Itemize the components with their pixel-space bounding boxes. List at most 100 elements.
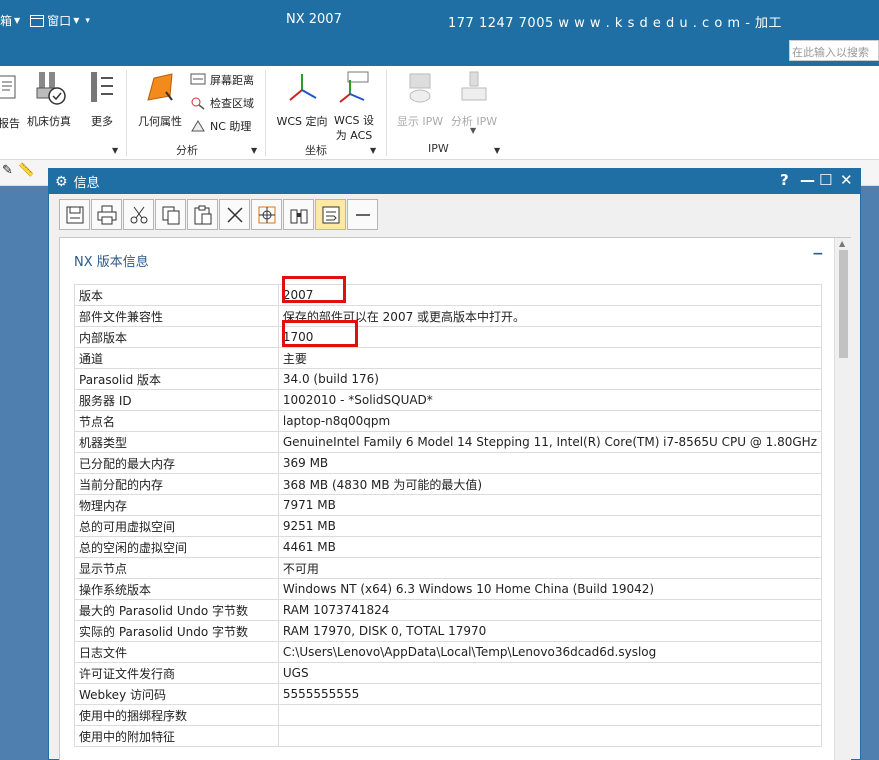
copy-button[interactable]	[155, 199, 186, 230]
info-value: 1002010 - *SolidSQUAD*	[277, 389, 823, 411]
analyze-ipw-button[interactable]: 分析 IPW	[448, 70, 500, 129]
more-label: 更多	[91, 115, 113, 128]
more-button[interactable]: 更多	[86, 70, 118, 129]
chevron-down-icon[interactable]: ▼	[470, 126, 476, 135]
wcs-set-acs-icon	[339, 71, 369, 103]
minimize-button[interactable]: —	[800, 171, 815, 189]
table-row: 操作系统版本 Windows NT (x64) 6.3 Windows 10 Ho…	[74, 578, 823, 600]
find-button[interactable]	[283, 199, 314, 230]
info-key: 操作系统版本	[74, 578, 279, 600]
table-row: 总的可用虚拟空间 9251 MB	[74, 515, 823, 537]
machine-sim-icon	[36, 72, 66, 105]
info-key: Webkey 访问码	[74, 683, 279, 705]
info-content-panel: NX 版本信息 − 版本 2007 部件文件兼容性 保存的部件可以在 2007 或更高…	[59, 237, 851, 760]
save-button[interactable]	[59, 199, 90, 230]
report-icon	[0, 75, 16, 99]
info-key: 实际的 Parasolid Undo 字节数	[74, 620, 279, 642]
report-button[interactable]: 报告	[0, 72, 20, 131]
clear-button[interactable]	[219, 199, 250, 230]
menu-window[interactable]: 窗口	[47, 12, 71, 29]
gear-icon: ⚙	[55, 173, 68, 190]
section-title: NX 版本信息	[74, 255, 149, 270]
group-ipw-label: IPW	[428, 142, 449, 155]
paste-button[interactable]	[187, 199, 218, 230]
analyze-ipw-icon	[461, 71, 487, 101]
info-key: 使用中的捆绑程序数	[74, 704, 279, 726]
table-row: Webkey 访问码 5555555555	[74, 683, 823, 705]
nc-assistant-label: NC 助理	[210, 120, 252, 133]
cut-button[interactable]	[123, 199, 154, 230]
check-area-button[interactable]: 检查区域	[190, 95, 254, 111]
report-label: 报告	[0, 117, 20, 130]
info-key: 服务器 ID	[74, 389, 279, 411]
info-key: 许可证文件发行商	[74, 662, 279, 684]
table-row: 部件文件兼容性 保存的部件可以在 2007 或更高版本中打开。	[74, 305, 823, 327]
scroll-up-icon[interactable]: ▲	[839, 239, 845, 248]
app-title: NX 2007	[286, 12, 342, 27]
collapse-all-button[interactable]	[347, 199, 378, 230]
ruler-icon[interactable]: 📏	[18, 163, 34, 178]
info-table: 版本 2007 部件文件兼容性 保存的部件可以在 2007 或更高版本中打开。 内部版本…	[74, 284, 823, 747]
chevron-down-icon[interactable]: ▼	[370, 146, 376, 155]
machine-sim-button[interactable]: 机床仿真	[24, 70, 74, 129]
wcs-orient-label: WCS 定向	[276, 115, 328, 128]
info-value: 5555555555	[277, 683, 823, 705]
minus-icon	[355, 213, 370, 216]
wcs-set-acs-button[interactable]: WCS 设为 ACS	[330, 70, 378, 143]
maximize-button[interactable]: ☐	[819, 171, 832, 189]
info-value: 1700	[277, 326, 823, 348]
screen-distance-icon	[190, 73, 206, 85]
menu-bar: 箱 ▼ 窗口 ▼ ▾	[0, 12, 90, 29]
screen-distance-button[interactable]: 屏幕距离	[190, 72, 254, 88]
geometry-properties-icon	[147, 73, 173, 101]
chevron-down-icon[interactable]: ▼	[112, 146, 118, 155]
print-icon	[97, 205, 116, 224]
wcs-orient-button[interactable]: WCS 定向	[274, 70, 330, 129]
chevron-down-icon[interactable]: ▼	[494, 146, 500, 155]
customize-icon[interactable]: ▾	[85, 16, 90, 26]
table-row: 节点名 laptop-n8q00qpm	[74, 410, 823, 432]
print-button[interactable]	[91, 199, 122, 230]
pencil-icon[interactable]: ✎	[2, 163, 13, 178]
scrollbar-thumb[interactable]	[839, 250, 848, 358]
collapse-section-button[interactable]: −	[812, 246, 824, 262]
info-value: 34.0 (build 176)	[277, 368, 823, 390]
nc-assistant-button[interactable]: NC 助理	[190, 118, 251, 134]
check-area-label: 检查区域	[210, 97, 254, 110]
crosshair-icon	[258, 206, 275, 223]
info-value: 不可用	[277, 557, 823, 579]
table-row: 总的空闲的虚拟空间 4461 MB	[74, 536, 823, 558]
show-ipw-button[interactable]: 显示 IPW	[394, 70, 446, 129]
wcs-orient-icon	[289, 74, 317, 101]
dialog-titlebar[interactable]: ⚙ 信息 ? — ☐ ✕	[49, 169, 860, 194]
binoculars-icon	[290, 209, 307, 223]
geometry-properties-button[interactable]: 几何属性	[134, 70, 186, 129]
table-row: Parasolid 版本 34.0 (build 176)	[74, 368, 823, 390]
screen-distance-label: 屏幕距离	[210, 74, 254, 87]
wcs-set-acs-label: WCS 设为 ACS	[333, 114, 375, 142]
vertical-scrollbar[interactable]: ▲	[834, 238, 851, 760]
wrap-text-button[interactable]	[315, 199, 346, 230]
menu-tools[interactable]: 箱	[0, 12, 12, 29]
ribbon: 报告 机床仿真 更多 ▼ 几何属性 屏幕距离 检查区域 NC 助理 分析 ▼ W…	[0, 66, 879, 160]
group-analysis-label: 分析	[176, 144, 198, 157]
target-button[interactable]	[251, 199, 282, 230]
info-key: Parasolid 版本	[74, 368, 279, 390]
info-value: laptop-n8q00qpm	[277, 410, 823, 432]
close-button[interactable]: ✕	[840, 171, 853, 189]
chevron-down-icon[interactable]: ▼	[73, 16, 79, 25]
table-row: 物理内存 7971 MB	[74, 494, 823, 516]
machine-sim-label: 机床仿真	[27, 115, 71, 128]
dialog-toolbar	[49, 194, 860, 234]
ribbon-separator	[265, 70, 266, 156]
app-titlebar: 箱 ▼ 窗口 ▼ ▾ NX 2007 177 1247 7005 w w w .…	[0, 0, 879, 66]
table-row: 已分配的最大内存 369 MB	[74, 452, 823, 474]
table-row: 最大的 Parasolid Undo 字节数 RAM 1073741824	[74, 599, 823, 621]
search-input[interactable]: 在此输入以搜索	[789, 40, 879, 61]
info-value: RAM 17970, DISK 0, TOTAL 17970	[277, 620, 823, 642]
chevron-down-icon[interactable]: ▼	[251, 146, 257, 155]
chevron-down-icon[interactable]: ▼	[14, 16, 20, 25]
table-row: 通道 主要	[74, 347, 823, 369]
help-button[interactable]: ?	[780, 171, 789, 189]
info-value: 369 MB	[277, 452, 823, 474]
